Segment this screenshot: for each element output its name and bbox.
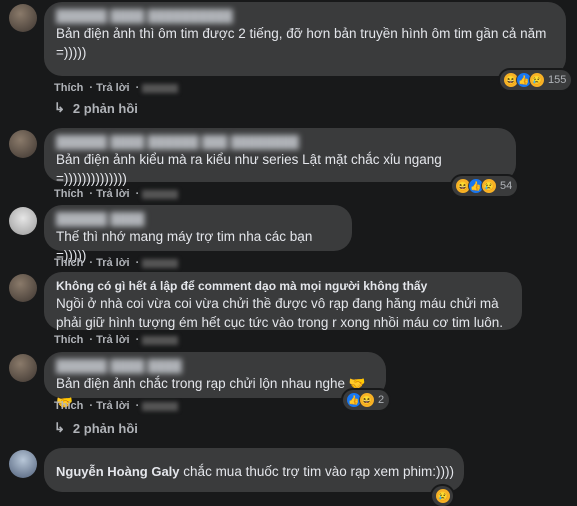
avatar[interactable] [9,4,37,32]
reply-link[interactable]: Trả lời [96,188,130,200]
comment-body: chắc mua thuốc trợ tim vào rạp xem phim:… [183,464,454,479]
comment-bubble: ██████ ████ Thế thì nhớ mang máy trợ tim… [44,205,352,263]
comment-bubble: Nguyễn Hoàng Galy chắc mua thuốc trợ tim… [44,448,464,492]
reply-arrow-icon: ↳ [54,100,65,115]
comment-actions: Thích · Trả lời · [54,334,184,346]
comment-text: Nguyễn Hoàng Galy chắc mua thuốc trợ tim… [56,462,454,481]
reply-arrow-icon: ↳ [54,420,65,435]
reply-link[interactable]: Trả lời [96,334,130,346]
commenter-name[interactable]: Không có gì hết á lập để comment dạo mà … [56,279,510,294]
reaction-count: 2 [378,394,385,406]
comment-actions: Thích · Trả lời · [54,400,184,412]
sad-icon: 😢 [481,178,497,194]
reaction-summary[interactable]: 😆 👍 😢 155 [500,70,572,90]
like-link[interactable]: Thích [54,334,83,346]
comment-text: Bản điện ảnh thì ôm tim được 2 tiếng, đỡ… [56,26,547,60]
comment-text: Bản điện ảnh kiểu mà ra kiểu như series … [56,152,442,186]
avatar[interactable] [9,207,37,235]
timestamp[interactable] [142,335,179,345]
sad-icon: 😢 [435,488,451,504]
replies-count: 2 phản hồi [72,100,138,116]
reaction-count: 155 [548,74,567,86]
commenter-name[interactable]: Nguyễn Hoàng Galy [56,464,180,479]
replies-count: 2 phản hồi [72,420,138,436]
reaction-summary[interactable]: 😢 [432,486,453,506]
comment-bubble: ██████ ████ ████ Bản điện ảnh chắc trong… [44,352,386,410]
comment-text: Ngồi ở nhà coi vừa coi vừa chửi thề được… [56,296,504,330]
reply-link[interactable]: Trả lời [96,82,130,94]
timestamp[interactable] [142,83,179,93]
avatar[interactable] [9,274,37,302]
view-replies-link[interactable]: ↳ 2 phản hồi [54,100,138,116]
reaction-summary[interactable]: 👍 😆 2 [343,390,390,410]
commenter-name[interactable]: ██████ ████ ██████████ [56,9,554,24]
reply-link[interactable]: Trả lời [96,400,130,412]
view-replies-link[interactable]: ↳ 2 phản hồi [54,420,138,436]
like-link[interactable]: Thích [54,82,83,94]
commenter-name[interactable]: ██████ ████ [56,212,340,227]
avatar[interactable] [9,450,37,478]
timestamp[interactable] [142,189,179,199]
reaction-count: 54 [500,180,513,192]
comment-bubble: ██████ ████ ██████ ███ ████████ Bản điện… [44,128,516,186]
timestamp[interactable] [142,401,179,411]
haha-icon: 😆 [359,392,375,408]
comment-actions: Thích · Trả lời · [54,82,184,94]
sad-icon: 😢 [529,72,545,88]
like-link[interactable]: Thích [54,257,83,269]
commenter-name[interactable]: ██████ ████ ██████ ███ ████████ [56,135,504,150]
avatar[interactable] [9,130,37,158]
comment-bubble: Không có gì hết á lập để comment dạo mà … [44,272,522,330]
reaction-summary[interactable]: 😆 👍 😢 54 [452,176,518,196]
like-link[interactable]: Thích [54,188,83,200]
comment-actions: Thích · Trả lời · [54,257,184,269]
timestamp[interactable] [142,258,179,268]
avatar[interactable] [9,354,37,382]
like-link[interactable]: Thích [54,400,83,412]
commenter-name[interactable]: ██████ ████ ████ [56,359,374,374]
comment-bubble: ██████ ████ ██████████ Bản điện ảnh thì … [44,2,566,76]
reply-link[interactable]: Trả lời [96,257,130,269]
comment-actions: Thích · Trả lời · [54,188,184,200]
